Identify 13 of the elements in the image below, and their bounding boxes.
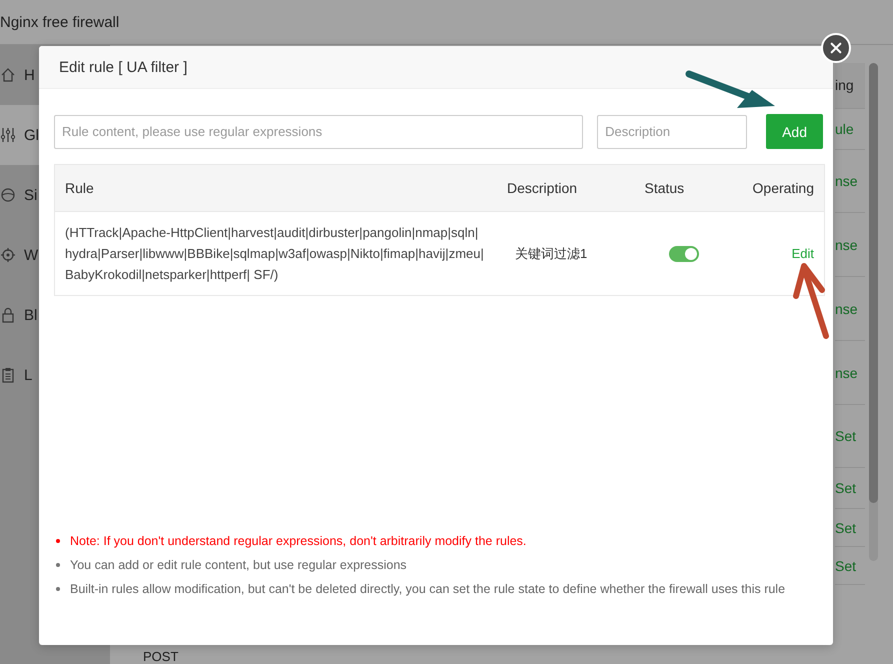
note-text: You can add or edit rule content, but use regular expressions [70,558,407,572]
column-header: Description [507,180,578,196]
footer-text: POST [143,649,178,664]
note-text: Built-in rules allow modification, but can't be deleted directly, you can set the rule state to define whether the firewall uses this rule [70,582,786,596]
app-title: Nginx free firewall [0,14,120,30]
table-header: ing [835,63,865,109]
rule-text: (HTTrack|Apache-HttpClient|harvest|audit|dirbuster|pangolin|nmap|sqln|hydra|Parser|libwww|BBBike|sqlmap|w3af|owasp|Nikto|fimap|havij|zmeu|BabyKrokodil|netsparker|httperf| SF/) [65,225,484,282]
dialog-title: Edit rule [ UA filter ] [59,58,188,76]
note-text: Note: If you don't understand regular expressions, don't arbitrarily modify the rules. [70,534,526,548]
column-header: Rule [65,180,94,196]
description-text: 关键词过滤1 [515,246,588,260]
column-header: Status [644,180,684,196]
column-header: Operating [752,180,814,196]
